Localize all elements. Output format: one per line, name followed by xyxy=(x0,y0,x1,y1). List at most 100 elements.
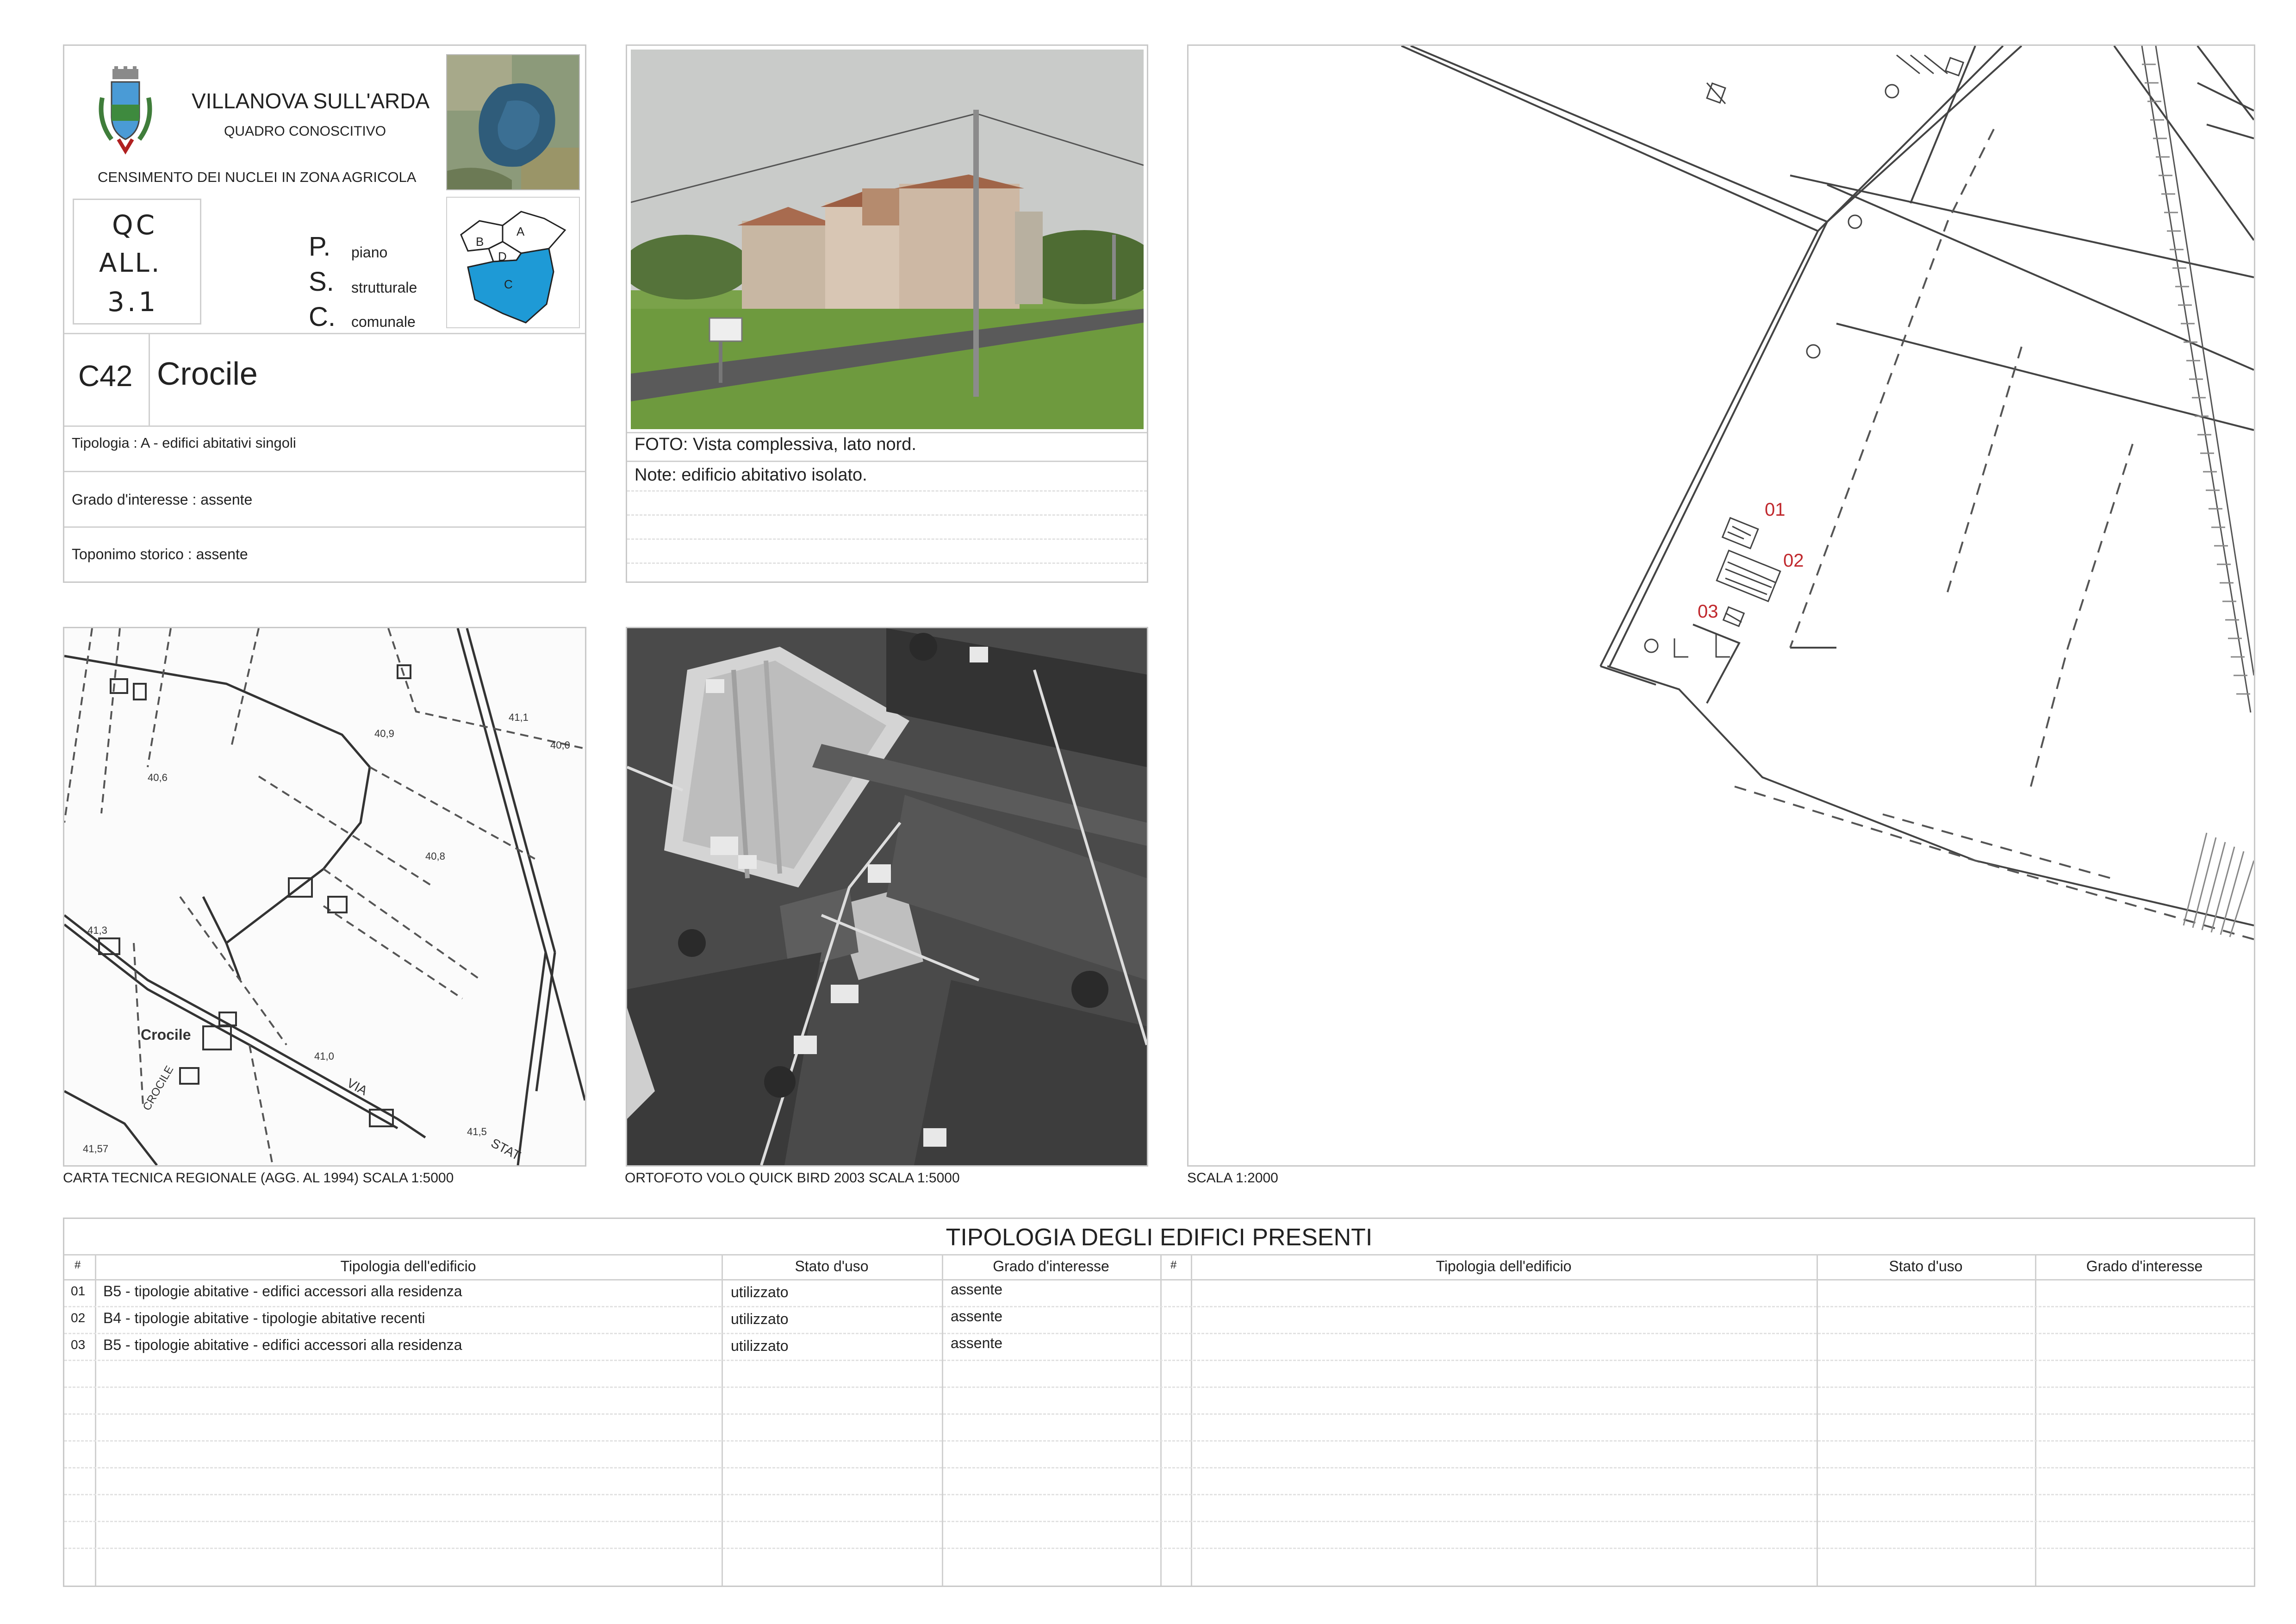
ctr-caption: CARTA TECNICA REGIONALE (AGG. AL 1994) S… xyxy=(63,1170,454,1186)
photo-note: Note: edificio abitativo isolato. xyxy=(635,465,867,485)
nucleus-name: Crocile xyxy=(157,356,258,392)
plan-caption: SCALA 1:2000 xyxy=(1187,1170,1278,1186)
toponimo-line: Toponimo storico : assente xyxy=(72,546,248,562)
table-title: TIPOLOGIA DEGLI EDIFICI PRESENTI xyxy=(946,1224,1373,1251)
nucleus-code: C42 xyxy=(78,359,133,393)
photo-panel: FOTO: Vista complessiva, lato nord. Note… xyxy=(626,44,1148,583)
qc-line-2: ALL. xyxy=(99,248,162,278)
divider xyxy=(64,1279,2254,1280)
row-line xyxy=(64,1467,2254,1468)
divider xyxy=(1817,1254,1818,1586)
divider xyxy=(95,1254,96,1586)
row-line xyxy=(64,1360,2254,1361)
row-line xyxy=(64,1440,2254,1442)
row-line xyxy=(64,1521,2254,1522)
ctr-map-panel: Crocile CROCILE VIA STAT 40,9 40,8 40,6 … xyxy=(63,627,586,1167)
ctr-elev-8: 41,57 xyxy=(83,1143,109,1155)
divider xyxy=(627,461,1147,462)
empty-line xyxy=(627,562,1147,564)
row-line xyxy=(64,1333,2254,1334)
divider xyxy=(942,1254,943,1586)
plan-tag-03: 03 xyxy=(1698,601,1718,622)
orthophoto-panel xyxy=(626,627,1148,1167)
site-photo xyxy=(631,50,1144,429)
divider xyxy=(1191,1254,1192,1586)
row-grado: assente xyxy=(951,1335,1003,1351)
divider xyxy=(64,471,585,472)
row-line xyxy=(64,1413,2254,1415)
divider xyxy=(2035,1254,2036,1586)
header-stato-right: Stato d'uso xyxy=(1889,1258,1963,1274)
coat-of-arms-icon xyxy=(93,65,158,158)
tipologia-line: Tipologia : A - edifici abitativi singol… xyxy=(72,435,296,451)
ctr-elev-1: 40,9 xyxy=(374,728,394,739)
header-tipologia-right: Tipologia dell'edificio xyxy=(1436,1258,1572,1274)
psc-letter-s: S. xyxy=(309,267,334,297)
quadro-subtitle: QUADRO CONOSCITIVO xyxy=(224,124,386,139)
qc-line-3: 3.1 xyxy=(107,286,159,318)
row-line xyxy=(64,1494,2254,1495)
row-stato: utilizzato xyxy=(731,1284,789,1300)
ctr-elev-6: 41,0 xyxy=(314,1050,334,1062)
qc-allegato-box: QC ALL. 3.1 xyxy=(73,199,201,325)
row-grado: assente xyxy=(951,1308,1003,1324)
ctr-elev-7: 41,5 xyxy=(467,1126,487,1137)
divider xyxy=(149,333,150,425)
ctr-elev-4: 41,1 xyxy=(509,712,529,723)
header-tipologia: Tipologia dell'edificio xyxy=(340,1258,476,1274)
plan-map-panel: 01 02 03 xyxy=(1187,44,2255,1167)
header-grado: Grado d'interesse xyxy=(993,1258,1109,1274)
row-num: 02 xyxy=(71,1311,86,1325)
zone-label-a: A xyxy=(516,225,525,238)
ctr-elev-3: 40,6 xyxy=(148,772,168,783)
divider xyxy=(627,432,1147,433)
psc-word-comunale: comunale xyxy=(351,313,416,330)
census-subtitle: CENSIMENTO DEI NUCLEI IN ZONA AGRICOLA xyxy=(98,169,417,185)
plan-tag-01: 01 xyxy=(1765,500,1786,520)
row-tipologia: B5 - tipologie abitative - edifici acces… xyxy=(103,1337,462,1353)
divider xyxy=(64,425,585,427)
psc-word-strutturale: strutturale xyxy=(351,279,417,296)
ctr-elev-9: 40,0 xyxy=(550,739,570,751)
divider xyxy=(1160,1254,1162,1586)
empty-line xyxy=(627,538,1147,540)
divider xyxy=(64,333,585,334)
empty-line xyxy=(627,514,1147,516)
row-num: 01 xyxy=(71,1284,86,1298)
divider xyxy=(64,1254,2254,1255)
zone-label-c: C xyxy=(504,277,513,291)
municipality-title: VILLANOVA SULL'ARDA xyxy=(192,89,430,113)
empty-line xyxy=(627,490,1147,492)
divider xyxy=(722,1254,723,1586)
divider xyxy=(64,526,585,528)
ctr-elev-5: 41,3 xyxy=(87,924,107,936)
row-line xyxy=(64,1306,2254,1307)
row-stato: utilizzato xyxy=(731,1337,789,1354)
satellite-thumbnail xyxy=(446,54,580,190)
psc-letter-c: C. xyxy=(309,302,336,332)
buildings-table: TIPOLOGIA DEGLI EDIFICI PRESENTI # Tipol… xyxy=(63,1218,2255,1587)
header-num-right: # xyxy=(1170,1259,1177,1271)
info-panel: VILLANOVA SULL'ARDA QUADRO CONOSCITIVO C… xyxy=(63,44,586,583)
header-grado-right: Grado d'interesse xyxy=(2086,1258,2203,1274)
ctr-label-crocile: Crocile xyxy=(141,1026,191,1043)
psc-letter-p: P. xyxy=(309,231,331,262)
grado-line: Grado d'interesse : assente xyxy=(72,491,253,508)
zone-label-b: B xyxy=(476,235,484,249)
row-tipologia: B5 - tipologie abitative - edifici acces… xyxy=(103,1283,462,1299)
row-num: 03 xyxy=(71,1337,86,1352)
psc-word-piano: piano xyxy=(351,244,388,261)
row-line xyxy=(64,1387,2254,1388)
row-grado: assente xyxy=(951,1281,1003,1298)
row-line xyxy=(64,1548,2254,1549)
photo-caption: FOTO: Vista complessiva, lato nord. xyxy=(635,435,916,454)
zone-map: A B C D xyxy=(446,197,580,328)
ctr-elev-2: 40,8 xyxy=(425,850,445,862)
row-stato: utilizzato xyxy=(731,1311,789,1327)
orthophoto-caption: ORTOFOTO VOLO QUICK BIRD 2003 SCALA 1:50… xyxy=(625,1170,960,1186)
row-tipologia: B4 - tipologie abitative - tipologie abi… xyxy=(103,1310,425,1326)
zone-label-d: D xyxy=(498,250,507,263)
plan-tag-02: 02 xyxy=(1783,550,1804,571)
qc-line-1: QC xyxy=(112,209,158,241)
header-stato: Stato d'uso xyxy=(795,1258,869,1274)
